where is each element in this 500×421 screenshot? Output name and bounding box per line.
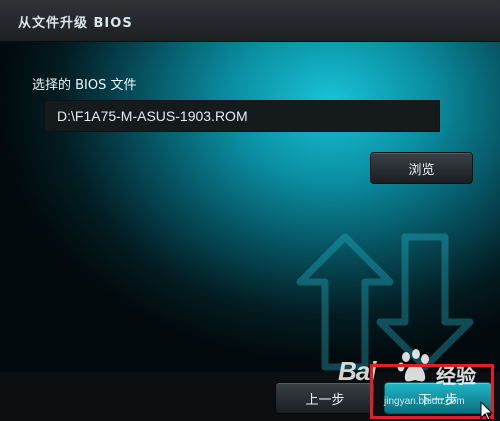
title-bar: 从文件升级 BIOS — [0, 0, 500, 42]
browse-button[interactable]: 浏览 — [370, 152, 473, 184]
bios-update-dialog: 从文件升级 BIOS 选择的 BIOS 文件 浏览 上一步 下一步 Bai — [0, 0, 500, 421]
next-step-button[interactable]: 下一步 — [384, 382, 492, 414]
dialog-footer: 上一步 下一步 — [0, 372, 500, 421]
previous-step-button[interactable]: 上一步 — [275, 382, 375, 414]
window-title: 从文件升级 BIOS — [18, 16, 133, 31]
upload-download-arrows-icon — [296, 233, 474, 371]
selected-file-label: 选择的 BIOS 文件 — [32, 78, 137, 93]
bios-file-path-input[interactable] — [44, 100, 440, 132]
dialog-content: 选择的 BIOS 文件 浏览 — [0, 42, 500, 372]
